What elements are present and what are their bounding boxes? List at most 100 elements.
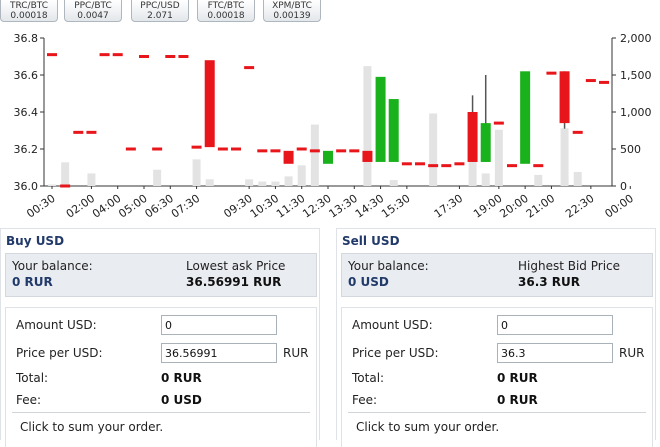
candle-body <box>125 147 136 151</box>
time-tick-label: 09:30 <box>221 192 254 221</box>
candle-body <box>415 162 425 166</box>
fee-label: Fee: <box>16 393 42 407</box>
fee-label: Fee: <box>352 393 378 407</box>
amount-label: Amount USD: <box>16 318 97 332</box>
time-tick-label: 14:30 <box>353 192 386 221</box>
candle-body <box>283 150 294 164</box>
time-tick-label: 17:30 <box>432 192 465 221</box>
time-tick-label: 05:00 <box>116 192 149 221</box>
sell-form: Amount USD: Price per USD: RUR Total: 0 … <box>341 307 653 447</box>
time-tick-label: 04:00 <box>90 192 123 221</box>
total-label: Total: <box>352 371 385 385</box>
buy-panel: Buy USD Your balance: 0 RUR Lowest ask P… <box>0 228 320 447</box>
volume-tick-label: 2,000 <box>620 32 652 45</box>
time-tick-label: 00:00 <box>603 192 636 221</box>
candle-body <box>454 162 465 166</box>
candle-body <box>507 164 517 168</box>
time-tick-label: 20:00 <box>497 192 530 221</box>
candle-body <box>112 53 123 57</box>
candle-body <box>441 164 452 168</box>
candle-body <box>231 147 241 151</box>
ticker-price: 0.00018 <box>10 11 48 21</box>
candle-body <box>520 71 531 164</box>
lowest-ask-label: Lowest ask Price <box>186 259 286 273</box>
time-tick-label: 02:00 <box>64 192 97 221</box>
price-per-input[interactable] <box>161 343 277 363</box>
candle-body <box>467 112 478 162</box>
candle-body <box>375 76 386 162</box>
candle-body <box>599 80 609 84</box>
candle-body <box>388 99 399 162</box>
candle-body <box>178 55 189 58</box>
ticker-tab[interactable]: PPC/BTC 0.0047 <box>64 0 122 22</box>
candle-body <box>86 130 97 134</box>
volume-bar <box>389 180 398 186</box>
price-per-input[interactable] <box>497 343 613 363</box>
candle-body <box>572 130 583 134</box>
ticker-tab[interactable]: FTC/BTC 0.00018 <box>197 0 255 22</box>
volume-bar <box>310 124 319 186</box>
candle-body <box>546 71 557 75</box>
price-tick-label: 36.6 <box>14 69 39 82</box>
sell-title: Sell USD <box>342 234 400 248</box>
total-value: 0 RUR <box>497 371 538 385</box>
price-tick-label: 36.8 <box>14 32 39 45</box>
highest-bid-label: Highest Bid Price <box>518 259 621 273</box>
amount-input[interactable] <box>161 315 277 335</box>
buy-form: Amount USD: Price per USD: RUR Total: 0 … <box>5 307 317 447</box>
sum-order-link[interactable]: Click to sum your order. <box>356 420 499 434</box>
candle-body <box>296 147 307 151</box>
price-per-label: Price per USD: <box>352 346 439 360</box>
candle-body <box>204 60 215 148</box>
candle-body <box>309 149 320 153</box>
volume-bar <box>245 179 254 186</box>
divider <box>12 412 310 413</box>
volume-bar <box>153 169 162 186</box>
volume-bar <box>363 66 372 186</box>
candle-body <box>362 150 373 162</box>
ticker-price: 0.0047 <box>77 11 109 21</box>
candle-body <box>47 53 57 57</box>
volume-tick-label: 1,500 <box>620 69 652 82</box>
volume-bar <box>297 165 306 186</box>
candle-body <box>152 147 163 151</box>
candle-body <box>585 79 596 83</box>
sell-balance-box: Your balance: 0 USD Highest Bid Price 36… <box>341 253 653 297</box>
ticker-tab[interactable]: TRC/BTC 0.00018 <box>0 0 58 22</box>
highest-bid-value[interactable]: 36.3 RUR <box>518 275 580 289</box>
candle-body <box>336 149 347 153</box>
balance-value[interactable]: 0 USD <box>348 275 389 289</box>
price-unit: RUR <box>619 346 645 360</box>
candle-body <box>99 53 110 57</box>
ticker-bar: TRC/BTC 0.00018 PPC/BTC 0.0047 PPC/USD 2… <box>0 0 660 24</box>
amount-input[interactable] <box>497 315 613 335</box>
volume-bar <box>481 173 490 186</box>
volume-bar <box>87 173 96 186</box>
time-tick-label: 21:00 <box>524 192 557 221</box>
price-per-label: Price per USD: <box>16 346 103 360</box>
candle-body <box>480 123 491 162</box>
candle-body <box>533 164 544 168</box>
price-unit: RUR <box>283 346 309 360</box>
balance-label: Your balance: <box>348 259 429 273</box>
buy-balance-box: Your balance: 0 RUR Lowest ask Price 36.… <box>5 253 317 297</box>
candle-body <box>73 130 84 134</box>
time-tick-label: 11:30 <box>274 192 307 221</box>
total-value: 0 RUR <box>161 371 202 385</box>
ticker-tab[interactable]: XPM/BTC 0.00139 <box>263 0 321 22</box>
time-tick-label: 06:30 <box>143 192 176 221</box>
volume-bar <box>573 171 582 186</box>
amount-label: Amount USD: <box>352 318 433 332</box>
time-tick-label: 22:30 <box>563 192 596 221</box>
lowest-ask-value[interactable]: 36.56991 RUR <box>186 275 281 289</box>
ticker-pair: PPC/USD <box>140 1 180 11</box>
sum-order-link[interactable]: Click to sum your order. <box>20 420 163 434</box>
volume-bar <box>258 181 267 186</box>
balance-value[interactable]: 0 RUR <box>12 275 53 289</box>
ticker-tab[interactable]: PPC/USD 2.071 <box>131 0 189 22</box>
fee-value: 0 USD <box>161 393 202 407</box>
candle-body <box>323 150 333 164</box>
candle-body <box>244 66 255 70</box>
volume-tick-label: 0 <box>620 180 627 193</box>
time-tick-label: 19:00 <box>471 192 504 221</box>
